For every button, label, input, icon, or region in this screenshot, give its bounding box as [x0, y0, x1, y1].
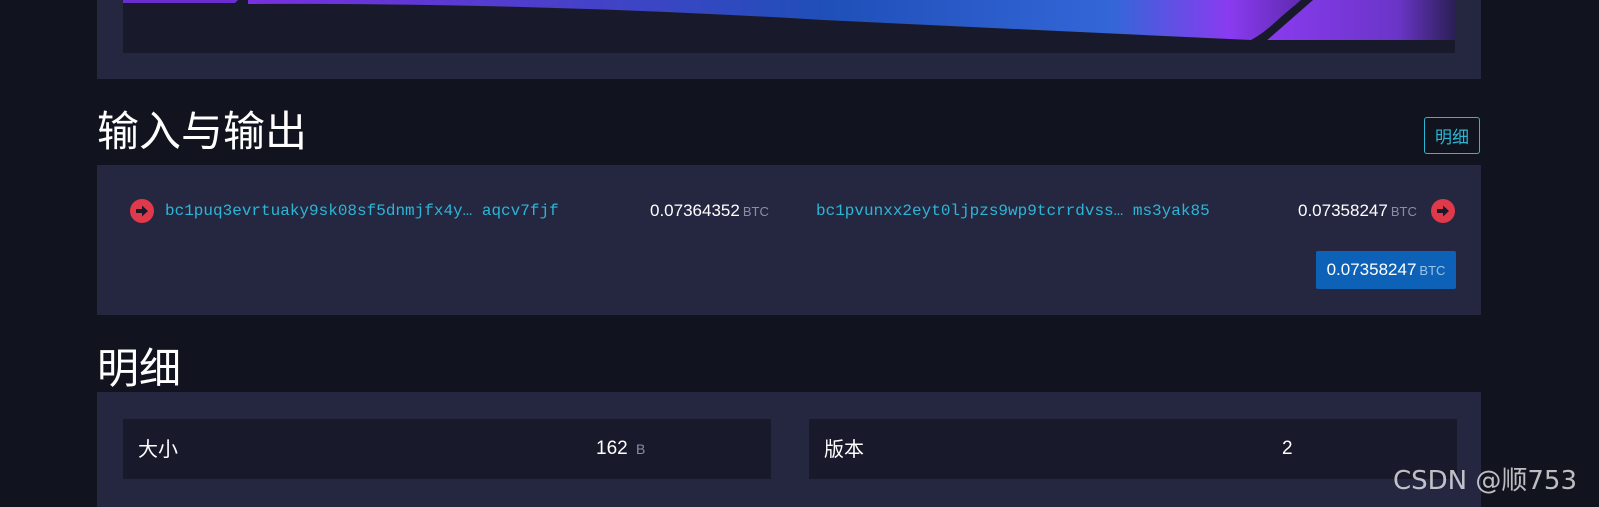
input-amount-value: 0.07364352	[650, 201, 740, 220]
input-row: bc1puq3evrtuaky9sk08sf5dnmjfx4y… aqcv7fj…	[130, 196, 559, 226]
flow-band-main	[248, 0, 1303, 40]
watermark: CSDN @顺753	[1393, 466, 1578, 496]
arrow-right-circle-icon[interactable]	[1430, 199, 1455, 223]
total-amount-value: 0.07358247	[1326, 260, 1417, 279]
flow-diagram-card	[97, 0, 1481, 79]
section-title-details: 明细	[97, 344, 182, 393]
output-amount-unit: BTC	[1390, 203, 1417, 219]
input-amount-unit: BTC	[742, 203, 769, 219]
output-row: bc1pvunxx2eyt0ljpzs9wp9tcrrdvss… ms3yak8…	[816, 196, 1210, 226]
input-address-link[interactable]: bc1puq3evrtuaky9sk08sf5dnmjfx4y… aqcv7fj…	[165, 202, 559, 220]
input-amount: 0.07364352 BTC	[650, 196, 769, 226]
total-amount-unit: BTC	[1419, 262, 1446, 278]
detail-label: 大小	[138, 437, 178, 461]
details-card: 大小 162 B 版本 2	[97, 392, 1481, 507]
total-amount-badge: 0.07358247 BTC	[1316, 251, 1456, 289]
detail-value-unit: B	[635, 441, 646, 457]
output-amount: 0.07358247 BTC	[1298, 196, 1455, 226]
section-title-io: 输入与输出	[97, 107, 308, 156]
detail-label: 版本	[824, 437, 864, 461]
io-card: bc1puq3evrtuaky9sk08sf5dnmjfx4y… aqcv7fj…	[97, 165, 1481, 315]
detail-value-number: 2	[1282, 438, 1293, 459]
flow-band-left	[123, 0, 238, 3]
details-toggle-button[interactable]: 明细	[1424, 117, 1480, 154]
output-amount-value: 0.07358247	[1298, 201, 1388, 220]
detail-cell-size: 大小 162 B	[123, 419, 771, 479]
detail-cell-version: 版本 2	[809, 419, 1457, 479]
flow-diagram	[123, 0, 1455, 53]
arrow-right-circle-icon[interactable]	[130, 199, 154, 223]
detail-value: 162 B	[596, 419, 645, 479]
detail-value: 2	[1282, 419, 1293, 479]
output-address-link[interactable]: bc1pvunxx2eyt0ljpzs9wp9tcrrdvss… ms3yak8…	[816, 202, 1210, 220]
detail-value-number: 162	[596, 438, 628, 459]
